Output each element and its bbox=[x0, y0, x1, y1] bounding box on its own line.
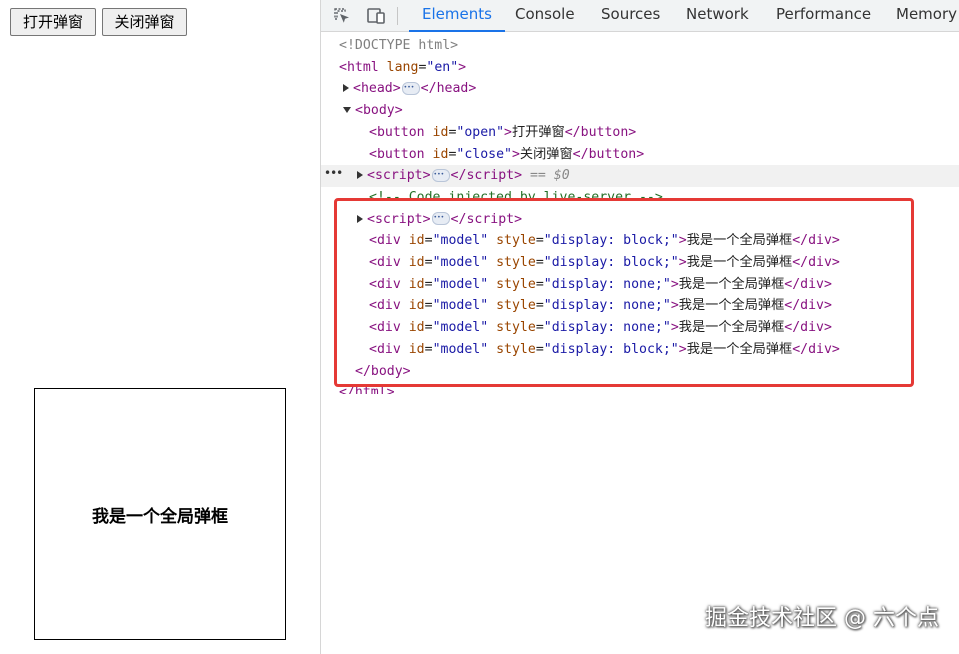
head-tag: head bbox=[360, 81, 393, 97]
doctype-text: <!DOCTYPE html> bbox=[339, 38, 459, 53]
close-modal-button[interactable]: 关闭弹窗 bbox=[102, 8, 187, 36]
tab-memory[interactable]: Memory bbox=[896, 0, 957, 31]
watermark: 掘金技术社区 @ 六个点 bbox=[705, 606, 939, 631]
head-close-tag: head bbox=[436, 81, 469, 97]
toolbar-divider bbox=[397, 7, 398, 25]
red-highlight-annotation bbox=[334, 198, 914, 387]
global-modal: 我是一个全局弹框 bbox=[34, 388, 286, 640]
devtools-toolbar: Elements Console Sources Network Perform… bbox=[321, 0, 959, 32]
lang-value: "en" bbox=[426, 59, 459, 75]
html-tag: html bbox=[346, 59, 379, 75]
id-attr: id bbox=[432, 124, 449, 140]
expand-arrow-icon[interactable] bbox=[357, 171, 363, 180]
tab-performance[interactable]: Performance bbox=[776, 0, 871, 31]
lang-attr: lang bbox=[386, 59, 419, 75]
ellipsis-icon[interactable] bbox=[401, 77, 420, 98]
dom-button-close[interactable]: <button id="close">关闭弹窗</button> bbox=[321, 144, 959, 166]
modal-text: 我是一个全局弹框 bbox=[92, 506, 228, 527]
page-viewport: 打开弹窗 关闭弹窗 我是一个全局弹框 bbox=[0, 0, 320, 654]
ellipsis-icon[interactable] bbox=[431, 164, 450, 185]
dom-doctype[interactable]: <!DOCTYPE html> bbox=[321, 35, 959, 57]
selected-ref: == $0 bbox=[529, 168, 570, 184]
dom-body-open[interactable]: <body> bbox=[321, 100, 959, 122]
expand-arrow-icon[interactable] bbox=[343, 84, 349, 93]
button-close-tag: button bbox=[580, 124, 629, 140]
dom-html-open[interactable]: <html lang="en"> bbox=[321, 57, 959, 79]
dom-script-selected[interactable]: <script></script> == $0 bbox=[321, 164, 959, 187]
script-tag: script bbox=[374, 168, 423, 184]
dom-head[interactable]: <head></head> bbox=[321, 77, 959, 100]
button-tag: button bbox=[376, 124, 425, 140]
tab-network[interactable]: Network bbox=[686, 0, 749, 31]
tab-console[interactable]: Console bbox=[515, 0, 575, 31]
button-text: 打开弹窗 bbox=[511, 124, 565, 140]
tab-elements[interactable]: Elements bbox=[409, 0, 505, 32]
id-value: "close" bbox=[456, 146, 512, 162]
button-text: 关闭弹窗 bbox=[519, 146, 573, 162]
id-attr: id bbox=[432, 146, 449, 162]
id-value: "open" bbox=[456, 124, 505, 140]
body-tag: body bbox=[362, 103, 395, 119]
button-close-tag: button bbox=[588, 146, 637, 162]
devtools-panel: Elements Console Sources Network Perform… bbox=[320, 0, 959, 654]
more-options-icon[interactable]: ••• bbox=[324, 166, 343, 180]
device-toolbar-icon[interactable] bbox=[366, 6, 386, 26]
open-modal-button[interactable]: 打开弹窗 bbox=[10, 8, 96, 36]
inspect-element-icon[interactable] bbox=[332, 6, 352, 26]
collapse-arrow-icon[interactable] bbox=[343, 107, 351, 114]
dom-button-open[interactable]: <button id="open">打开弹窗</button> bbox=[321, 122, 959, 144]
button-tag: button bbox=[376, 146, 425, 162]
tab-sources[interactable]: Sources bbox=[601, 0, 660, 31]
script-close-tag: script bbox=[466, 168, 515, 184]
